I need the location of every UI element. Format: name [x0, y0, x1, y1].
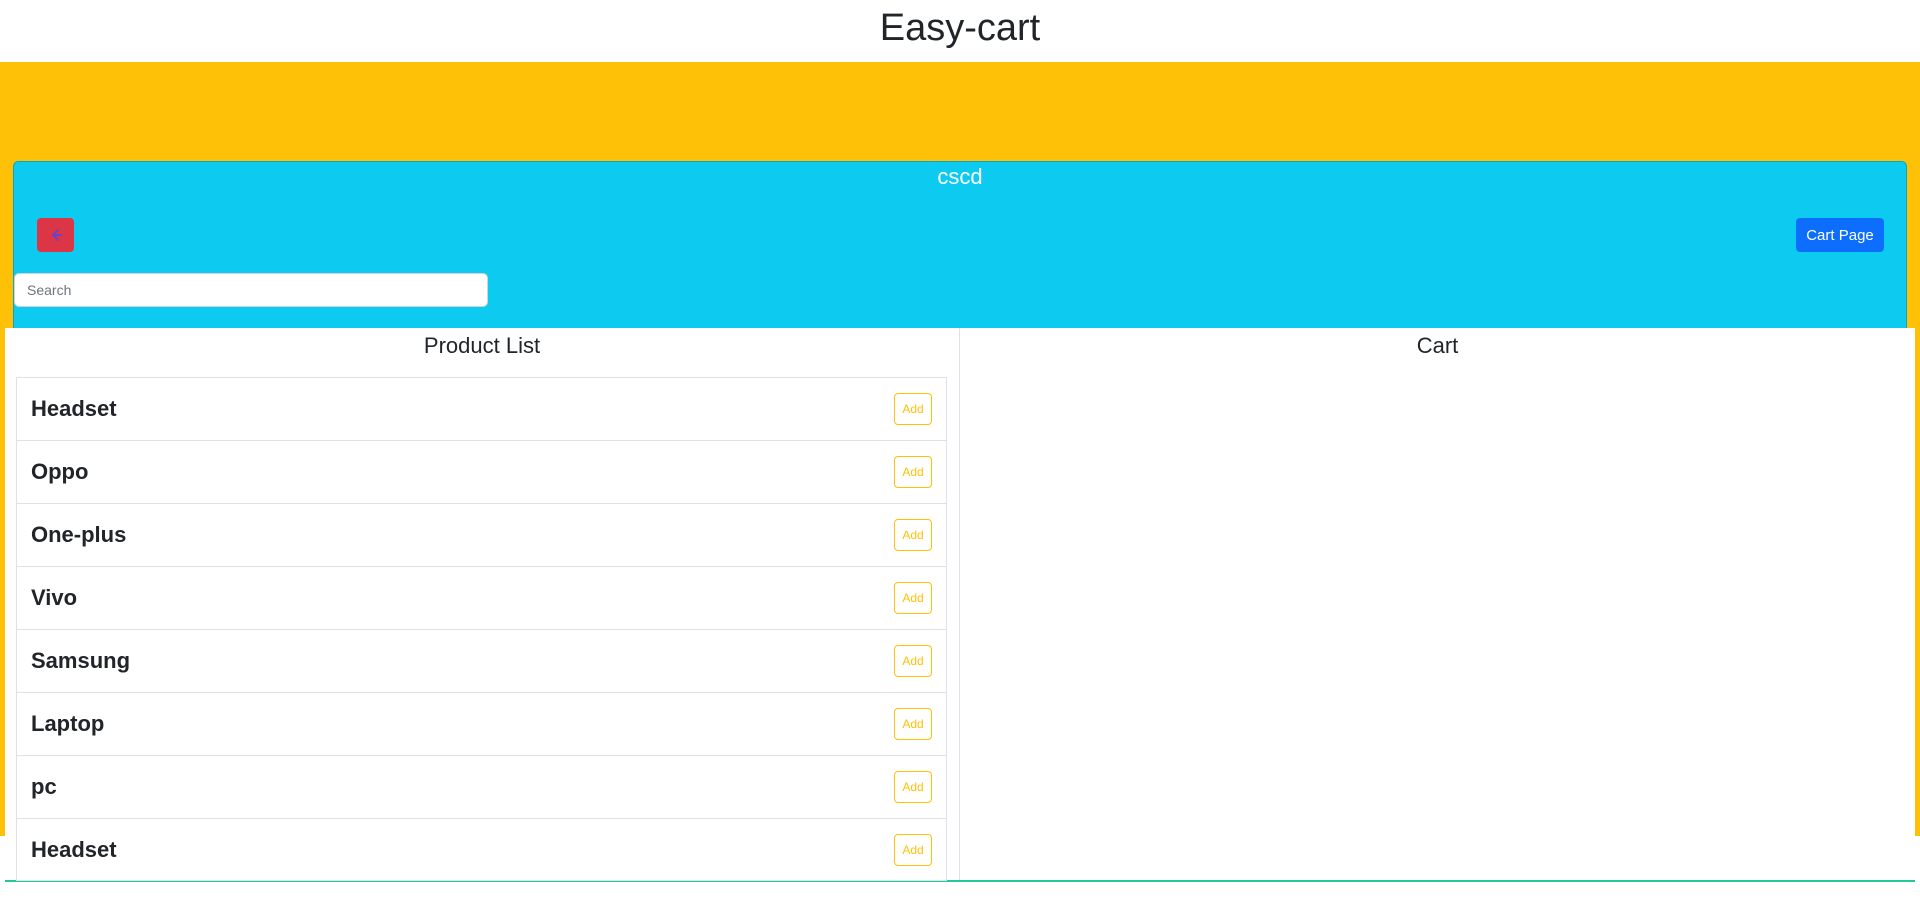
page-title: Easy-cart	[879, 7, 1041, 49]
back-button[interactable]	[37, 218, 74, 252]
add-to-cart-button[interactable]: Add	[894, 771, 932, 803]
product-list-panel: Product List Headset Add Oppo Add One-plus Ad…	[5, 328, 960, 881]
product-item: Laptop Add	[16, 692, 947, 755]
product-item: Vivo Add	[16, 566, 947, 629]
add-to-cart-button[interactable]: Add	[894, 582, 932, 614]
add-to-cart-button[interactable]: Add	[894, 833, 932, 866]
product-item: Samsung Add	[16, 629, 947, 692]
product-item: pc Add	[16, 755, 947, 818]
search-input[interactable]	[14, 273, 488, 307]
product-name: Headset	[31, 396, 117, 421]
product-name: Vivo	[31, 585, 78, 610]
cart-panel: Cart	[960, 328, 1915, 880]
app-container: cscd Cart Page Product List HeadsetAddOp…	[0, 62, 1920, 882]
product-list-title: Product List	[423, 333, 541, 358]
product-name: pc	[31, 774, 57, 799]
content-area: Product List Headset Add Oppo Add One-plus Ad…	[5, 328, 1915, 882]
arrow-left-icon	[51, 229, 62, 241]
add-to-cart-button[interactable]: Add	[894, 456, 932, 488]
product-name: One-plus	[31, 522, 127, 547]
product-name: Oppo	[31, 459, 89, 484]
user-name: cscd	[937, 164, 983, 189]
cart-title: Cart	[1416, 333, 1459, 358]
product-name: Samsung	[31, 648, 131, 673]
product-name: Laptop	[31, 711, 105, 736]
add-to-cart-button[interactable]: Add	[894, 708, 932, 740]
cart-page-button[interactable]: Cart Page	[1796, 218, 1884, 252]
product-name: Headset	[31, 836, 117, 862]
product-item: Headset Add	[16, 818, 947, 881]
product-list: Headset Add Oppo Add One-plus Add Vivo Add Samsu…	[16, 377, 947, 881]
product-item: One-plus Add	[16, 503, 947, 566]
add-to-cart-button[interactable]: Add	[894, 519, 932, 551]
product-item: Oppo Add	[16, 440, 947, 503]
add-to-cart-button[interactable]: Add	[894, 645, 932, 677]
product-item: Headset Add	[16, 377, 947, 440]
add-to-cart-button[interactable]: Add	[894, 393, 932, 425]
